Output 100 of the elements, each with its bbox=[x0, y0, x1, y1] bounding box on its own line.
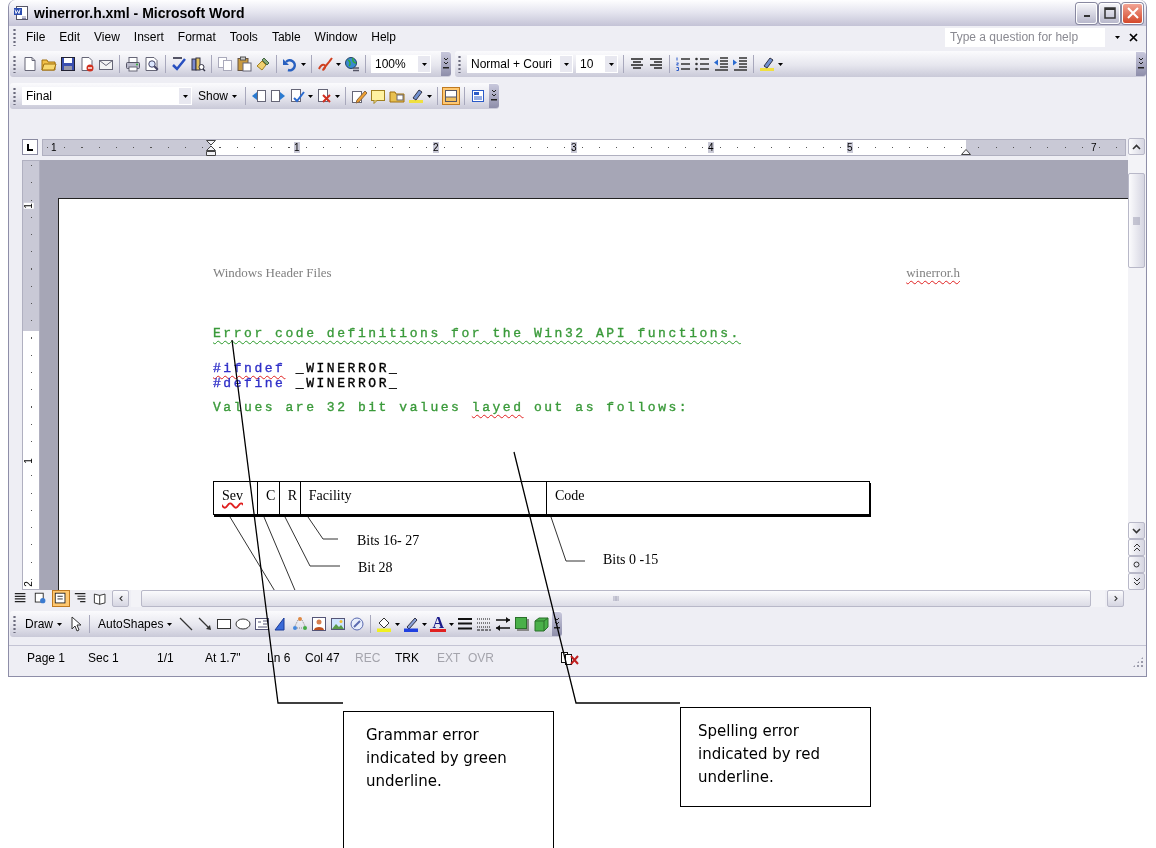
document-permission-icon[interactable] bbox=[79, 56, 95, 72]
pointer-icon[interactable] bbox=[68, 616, 84, 632]
scroll-thumb[interactable] bbox=[141, 590, 1091, 607]
vertical-scrollbar[interactable] bbox=[1128, 138, 1146, 590]
previous-change-icon[interactable] bbox=[251, 88, 268, 104]
line-style-icon[interactable] bbox=[456, 616, 473, 632]
toolbar-grip[interactable] bbox=[13, 28, 16, 46]
scroll-right-button[interactable] bbox=[1107, 590, 1124, 607]
toolbar-options-icon[interactable] bbox=[441, 52, 451, 76]
caret-icon[interactable] bbox=[608, 62, 614, 66]
caret-icon[interactable] bbox=[1115, 35, 1120, 39]
maximize-button[interactable] bbox=[1099, 2, 1120, 24]
save-icon[interactable] bbox=[60, 56, 76, 72]
3d-cube-icon[interactable] bbox=[532, 616, 549, 632]
arrow-style-icon[interactable] bbox=[494, 616, 511, 632]
toolbar-options-icon[interactable] bbox=[489, 84, 500, 108]
menu-item[interactable]: Format bbox=[170, 28, 223, 46]
autoshapes-menu-button[interactable]: AutoShapes bbox=[95, 615, 176, 633]
numbering-icon[interactable] bbox=[675, 56, 691, 72]
menu-item[interactable]: Insert bbox=[126, 28, 171, 46]
show-menu-button[interactable]: Show bbox=[195, 87, 241, 105]
picture-icon[interactable] bbox=[330, 616, 347, 632]
folder-icon[interactable] bbox=[389, 88, 406, 104]
increase-indent-icon[interactable] bbox=[732, 56, 748, 72]
menu-item[interactable]: Help bbox=[364, 28, 403, 46]
scroll-left-button[interactable] bbox=[112, 590, 129, 607]
toolbar-options-icon[interactable] bbox=[551, 612, 562, 636]
caret-icon[interactable] bbox=[448, 622, 454, 626]
help-question-field[interactable]: Type a question for help bbox=[945, 27, 1105, 47]
font-color-button[interactable]: A bbox=[430, 616, 446, 632]
scribble-icon[interactable] bbox=[317, 56, 333, 72]
toolbar-grip[interactable] bbox=[13, 615, 16, 633]
highlighter-icon[interactable] bbox=[759, 56, 775, 72]
toolbar-grip[interactable] bbox=[13, 87, 16, 105]
caret-icon[interactable] bbox=[301, 62, 306, 66]
zoom-combo[interactable]: 100% bbox=[371, 55, 431, 73]
print-preview-icon[interactable] bbox=[144, 56, 160, 72]
caret-icon[interactable] bbox=[232, 94, 238, 98]
pencil-icon[interactable] bbox=[351, 88, 368, 104]
book-error-icon[interactable] bbox=[560, 650, 579, 666]
caret-icon[interactable] bbox=[778, 62, 783, 66]
arrow-icon[interactable] bbox=[197, 616, 214, 632]
indent-marker-icon[interactable] bbox=[206, 139, 216, 156]
menu-item[interactable]: Edit bbox=[52, 28, 88, 46]
caret-icon[interactable] bbox=[335, 94, 341, 98]
document-cross-icon[interactable] bbox=[316, 88, 333, 104]
display-mode-combo[interactable]: Final bbox=[22, 87, 192, 105]
close-button[interactable] bbox=[1122, 2, 1143, 24]
caret-icon[interactable] bbox=[308, 94, 314, 98]
word-document-icon[interactable] bbox=[13, 5, 29, 21]
document-icon[interactable] bbox=[470, 88, 487, 104]
toolbar-grip[interactable] bbox=[13, 55, 16, 73]
globe-icon[interactable] bbox=[344, 56, 360, 72]
decrease-indent-icon[interactable] bbox=[713, 56, 729, 72]
menu-item[interactable]: Tools bbox=[222, 28, 265, 46]
next-page-button[interactable] bbox=[1128, 573, 1145, 590]
document-check-icon[interactable] bbox=[289, 88, 306, 104]
align-right-icon[interactable] bbox=[648, 56, 664, 72]
caret-icon[interactable] bbox=[167, 622, 173, 626]
caret-icon[interactable] bbox=[563, 62, 569, 66]
vertical-ruler[interactable]: 1 1 2 bbox=[22, 160, 40, 590]
note-icon[interactable] bbox=[370, 88, 387, 104]
caret-icon[interactable] bbox=[57, 622, 62, 626]
print-layout-view-icon[interactable] bbox=[52, 590, 70, 607]
undo-icon[interactable] bbox=[282, 56, 298, 72]
print-icon[interactable] bbox=[125, 56, 141, 72]
menu-item[interactable]: View bbox=[87, 28, 127, 46]
scroll-up-button[interactable] bbox=[1128, 138, 1145, 155]
line-color-icon[interactable] bbox=[403, 616, 420, 632]
paste-icon[interactable] bbox=[236, 56, 252, 72]
style-combo[interactable]: Normal + Couri bbox=[467, 55, 573, 73]
minimize-button[interactable] bbox=[1076, 2, 1097, 24]
spelling-check-icon[interactable] bbox=[171, 56, 187, 72]
books-icon[interactable] bbox=[190, 56, 206, 72]
rectangle-icon[interactable] bbox=[216, 616, 233, 632]
align-center-icon[interactable] bbox=[629, 56, 645, 72]
caret-icon[interactable] bbox=[336, 62, 341, 66]
tab-selector[interactable] bbox=[22, 139, 38, 155]
oval-icon[interactable] bbox=[235, 616, 252, 632]
font-size-combo[interactable]: 10 bbox=[576, 55, 618, 73]
horizontal-ruler[interactable]: 1 1 2 3 4 5 7 bbox=[42, 138, 1126, 156]
caret-icon[interactable] bbox=[427, 94, 433, 98]
draw-menu-button[interactable]: Draw bbox=[22, 615, 65, 633]
caret-icon[interactable] bbox=[182, 94, 188, 98]
browse-object-button[interactable] bbox=[1128, 556, 1145, 573]
scroll-thumb[interactable] bbox=[1128, 173, 1145, 268]
reviewing-pane-icon[interactable] bbox=[443, 88, 460, 104]
next-change-icon[interactable] bbox=[270, 88, 287, 104]
menu-item[interactable]: File bbox=[19, 28, 53, 46]
bullets-icon[interactable] bbox=[694, 56, 710, 72]
format-painter-icon[interactable] bbox=[255, 56, 271, 72]
caret-icon[interactable] bbox=[395, 622, 401, 626]
scroll-down-button[interactable] bbox=[1128, 522, 1145, 539]
fill-bucket-icon[interactable] bbox=[376, 616, 393, 632]
highlighter-icon[interactable] bbox=[408, 88, 425, 104]
menu-item[interactable]: Table bbox=[264, 28, 308, 46]
toolbar-grip[interactable] bbox=[458, 55, 461, 73]
shadow-icon[interactable] bbox=[513, 616, 530, 632]
new-document-icon[interactable] bbox=[22, 56, 38, 72]
clip-art-icon[interactable] bbox=[311, 616, 328, 632]
